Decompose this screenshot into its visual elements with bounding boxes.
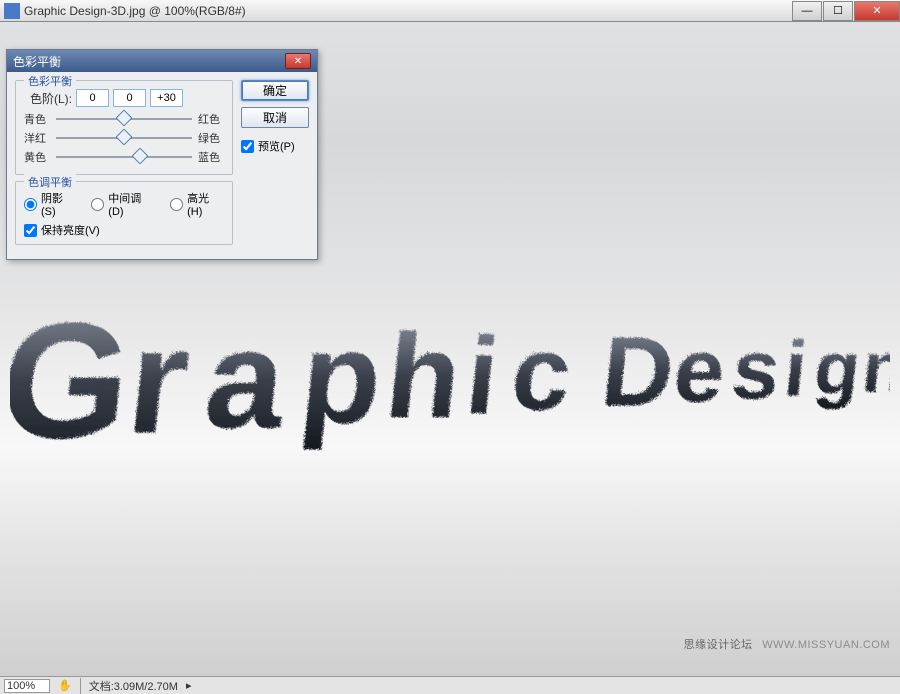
svg-text:G: G [10, 287, 130, 456]
slider-left-1: 洋红 [24, 130, 50, 146]
preserve-luminosity[interactable]: 保持亮度(V) [24, 222, 100, 238]
level-input-b[interactable] [113, 89, 146, 107]
svg-text:g: g [809, 325, 859, 408]
tone-radio-row: 阴影(S) 中间调(D) 高光(H) [24, 190, 224, 218]
level-input-c[interactable] [150, 89, 183, 107]
tone-balance-group: 色调平衡 阴影(S) 中间调(D) 高光(H) 保持亮度(V) [15, 181, 233, 245]
dialog-title: 色彩平衡 [13, 53, 61, 70]
app-icon [4, 3, 20, 19]
radio-shadows-input[interactable] [24, 198, 37, 211]
slider-right-2: 蓝色 [198, 149, 224, 165]
preserve-luminosity-checkbox[interactable] [24, 224, 37, 237]
svg-text:i: i [459, 313, 495, 436]
minimize-button[interactable]: — [792, 1, 822, 21]
slider-magenta-green[interactable] [56, 131, 192, 145]
document-window: Graphic Design-3D.jpg @ 100%(RGB/8#) — ☐… [0, 0, 900, 694]
levels-row: 色阶(L): [24, 89, 224, 107]
levels-label: 色阶(L): [24, 90, 72, 107]
slider-left-2: 黄色 [24, 149, 50, 165]
dialog-right-panel: 确定 取消 预览(P) [241, 80, 309, 251]
group-legend-color: 色彩平衡 [24, 73, 76, 89]
slider-yellow-blue[interactable] [56, 150, 192, 164]
svg-text:i: i [779, 323, 805, 411]
preserve-luminosity-row: 保持亮度(V) [24, 222, 224, 238]
color-balance-dialog[interactable]: 色彩平衡 ✕ 色彩平衡 色阶(L): 青色 [6, 49, 318, 260]
slider-row-2: 黄色 蓝色 [24, 149, 224, 165]
slider-right-1: 绿色 [198, 130, 224, 146]
level-input-a[interactable] [76, 89, 109, 107]
close-button[interactable]: ✕ [854, 1, 900, 21]
slider-row-0: 青色 红色 [24, 111, 224, 127]
watermark-en: WWW.MISSYUAN.COM [762, 639, 890, 651]
artwork-3d-text: G r a p h i c D e s i g n [10, 286, 890, 456]
svg-text:n: n [857, 326, 890, 405]
chevron-right-icon[interactable]: ▸ [186, 679, 192, 692]
preview-checkbox[interactable] [241, 140, 254, 153]
radio-shadows[interactable]: 阴影(S) [24, 190, 77, 218]
slider-right-0: 红色 [198, 111, 224, 127]
group-legend-tone: 色调平衡 [24, 174, 76, 190]
slider-thumb-1[interactable] [116, 129, 133, 146]
preview-check[interactable]: 预览(P) [241, 138, 309, 154]
slider-thumb-0[interactable] [116, 110, 133, 127]
doc-info: 文档:3.09M/2.70M [80, 678, 178, 694]
window-controls: — ☐ ✕ [791, 1, 900, 21]
titlebar[interactable]: Graphic Design-3D.jpg @ 100%(RGB/8#) — ☐… [0, 0, 900, 22]
svg-text:a: a [197, 299, 292, 456]
dialog-body: 色彩平衡 色阶(L): 青色 红色 洋 [7, 72, 317, 259]
slider-left-0: 青色 [24, 111, 50, 127]
svg-text:s: s [726, 321, 780, 415]
watermark: 思缘设计论坛 WWW.MISSYUAN.COM [684, 636, 890, 652]
dialog-close-button[interactable]: ✕ [285, 53, 311, 69]
ok-button[interactable]: 确定 [241, 80, 309, 101]
zoom-level[interactable]: 100% [4, 679, 50, 693]
hand-icon[interactable]: ✋ [58, 679, 72, 692]
cancel-button[interactable]: 取消 [241, 107, 309, 128]
statusbar: 100% ✋ 文档:3.09M/2.70M ▸ [0, 676, 900, 694]
svg-text:r: r [119, 295, 193, 456]
dialog-titlebar[interactable]: 色彩平衡 ✕ [7, 50, 317, 72]
svg-text:D: D [595, 315, 673, 425]
radio-highlights-input[interactable] [170, 198, 183, 211]
maximize-button[interactable]: ☐ [823, 1, 853, 21]
slider-row-1: 洋红 绿色 [24, 130, 224, 146]
slider-cyan-red[interactable] [56, 112, 192, 126]
canvas-area[interactable]: G r a p h i c D e s i g n 色彩平衡 [0, 22, 900, 676]
radio-midtones-input[interactable] [91, 198, 104, 211]
slider-thumb-2[interactable] [132, 148, 149, 165]
radio-highlights[interactable]: 高光(H) [170, 190, 224, 218]
svg-text:h: h [379, 308, 460, 442]
watermark-zh: 思缘设计论坛 [684, 639, 753, 651]
svg-text:p: p [293, 303, 383, 449]
svg-text:e: e [668, 319, 726, 420]
color-balance-group: 色彩平衡 色阶(L): 青色 红色 洋 [15, 80, 233, 175]
window-title: Graphic Design-3D.jpg @ 100%(RGB/8#) [24, 4, 791, 18]
svg-text:c: c [505, 314, 573, 431]
dialog-left-panel: 色彩平衡 色阶(L): 青色 红色 洋 [15, 80, 233, 251]
radio-midtones[interactable]: 中间调(D) [91, 190, 156, 218]
